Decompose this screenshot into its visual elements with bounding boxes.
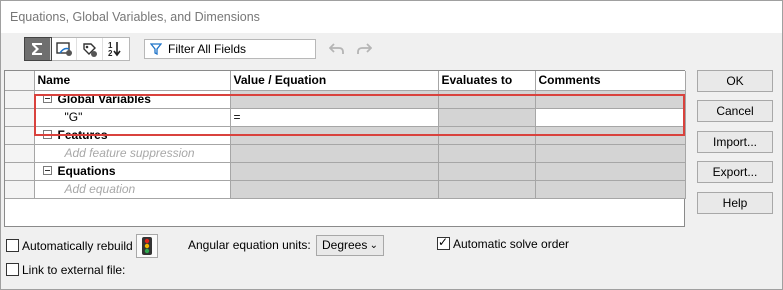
equations-section: Equations xyxy=(5,162,686,181)
add-equation-cell[interactable]: Add equation xyxy=(34,180,231,199)
dimension-view-icon xyxy=(82,43,97,57)
cancel-button[interactable]: Cancel xyxy=(697,100,773,122)
filter-field[interactable]: Filter All Fields xyxy=(144,39,316,59)
title-bar: Equations, Global Variables, and Dimensi… xyxy=(1,1,782,33)
link-external-label: Link to external file: xyxy=(22,263,126,277)
corner-cell xyxy=(5,71,35,91)
section-header-equations[interactable]: Equations xyxy=(34,162,231,181)
equation-view-icon xyxy=(27,40,48,58)
global-variable-value-cell[interactable]: = xyxy=(230,108,439,127)
global-variable-comments-cell[interactable] xyxy=(535,108,686,127)
chevron-down-icon: ⌄ xyxy=(369,240,378,251)
sketch-equation-view-button[interactable] xyxy=(51,38,77,60)
window-title: Equations, Global Variables, and Dimensi… xyxy=(10,10,260,24)
svg-text:2: 2 xyxy=(108,49,113,58)
column-header-evaluates[interactable]: Evaluates to xyxy=(438,71,536,91)
filter-icon xyxy=(147,40,165,58)
column-header-name[interactable]: Name xyxy=(34,71,231,91)
ok-button[interactable]: OK xyxy=(697,70,773,92)
add-feature-suppression-cell[interactable]: Add feature suppression xyxy=(34,144,231,163)
table-row: "G" = xyxy=(5,108,686,127)
features-section: Features xyxy=(5,126,686,145)
row-header[interactable] xyxy=(5,162,35,181)
rebuild-button[interactable] xyxy=(136,234,158,258)
traffic-light-icon xyxy=(142,237,152,255)
auto-solve-checkbox[interactable] xyxy=(437,235,450,250)
row-header[interactable] xyxy=(5,108,35,127)
global-variable-evaluates-cell xyxy=(438,108,536,127)
auto-rebuild-label: Automatically rebuild xyxy=(22,239,133,253)
auto-rebuild-checkbox[interactable] xyxy=(6,239,19,252)
angular-units-value: Degrees xyxy=(322,238,368,252)
global-variable-name-cell[interactable]: "G" xyxy=(34,108,231,127)
view-toolbar: 1 2 xyxy=(24,37,130,61)
row-header[interactable] xyxy=(5,144,35,163)
ordered-view-icon: 1 2 xyxy=(108,41,121,58)
undo-button[interactable] xyxy=(327,39,347,59)
row-header[interactable] xyxy=(5,180,35,199)
collapse-icon[interactable] xyxy=(42,166,52,176)
table-row: Add equation xyxy=(5,180,686,199)
column-header-value[interactable]: Value / Equation xyxy=(230,71,439,91)
ordered-view-button[interactable]: 1 2 xyxy=(103,38,129,60)
angular-units-label: Angular equation units: xyxy=(188,238,311,252)
collapse-icon[interactable] xyxy=(42,94,52,104)
equations-dialog: Equations, Global Variables, and Dimensi… xyxy=(0,0,783,290)
row-header[interactable] xyxy=(5,126,35,145)
redo-button[interactable] xyxy=(354,39,374,59)
equations-grid: Name Value / Equation Evaluates to Comme… xyxy=(4,70,686,227)
dimension-view-button[interactable] xyxy=(77,38,103,60)
collapse-icon[interactable] xyxy=(42,130,52,140)
angular-units-select[interactable]: Degrees ⌄ xyxy=(316,235,384,256)
section-header-global-variables[interactable]: Global Variables xyxy=(34,90,231,109)
filter-placeholder: Filter All Fields xyxy=(168,42,247,56)
section-header-features[interactable]: Features xyxy=(34,126,231,145)
help-button[interactable]: Help xyxy=(697,192,773,214)
table-row: Add feature suppression xyxy=(5,144,686,163)
sketch-equation-view-icon xyxy=(55,42,72,56)
row-header[interactable] xyxy=(5,90,35,109)
link-external-checkbox[interactable] xyxy=(6,263,19,276)
auto-solve-label: Automatic solve order xyxy=(453,237,570,251)
column-header-comments[interactable]: Comments xyxy=(535,71,686,91)
export-button[interactable]: Export... xyxy=(697,161,773,183)
header-row: Name Value / Equation Evaluates to Comme… xyxy=(5,71,686,91)
equation-view-button[interactable] xyxy=(24,37,52,61)
import-button[interactable]: Import... xyxy=(697,131,773,153)
undo-icon xyxy=(329,43,344,54)
global-variables-section: Global Variables xyxy=(5,90,686,109)
redo-icon xyxy=(357,43,372,54)
